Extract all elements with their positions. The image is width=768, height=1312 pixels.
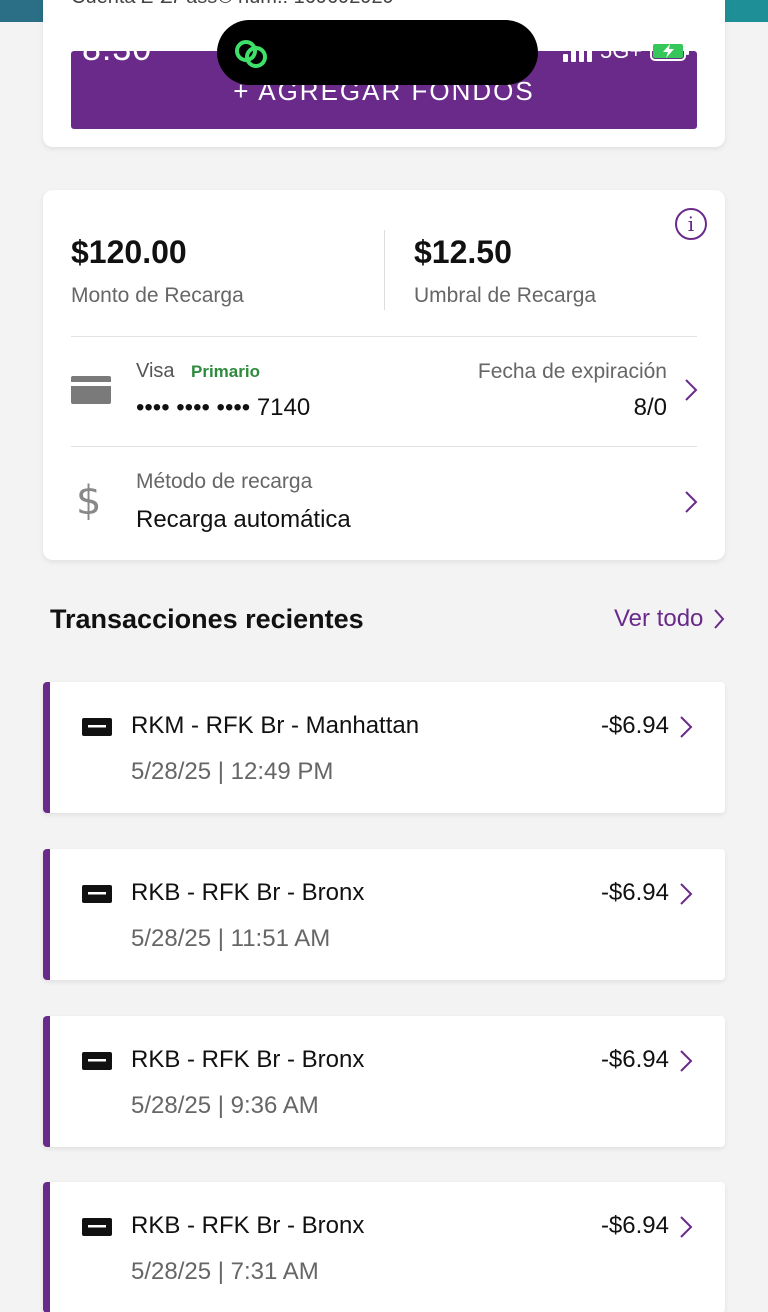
primary-badge: Primario: [191, 362, 260, 381]
account-prefix: Cuenta: [71, 0, 141, 8]
credit-card-icon: [71, 376, 111, 404]
transaction-name: RKB - RFK Br - Bronx: [131, 1212, 365, 1239]
recharge-amount-label: Monto de Recarga: [71, 284, 244, 307]
dollar-icon: $: [76, 478, 102, 524]
transaction-date: 5/28/25 | 9:36 AM: [131, 1092, 319, 1119]
recharge-card: i $120.00 Monto de Recarga $12.50 Umbral…: [43, 190, 725, 560]
transaction-row[interactable]: RKB - RFK Br - Bronx 5/28/25 | 11:51 AM …: [43, 849, 725, 980]
transaction-amount: -$6.94: [600, 1046, 669, 1073]
chevron-right-icon: [680, 716, 693, 738]
transaction-row[interactable]: RKB - RFK Br - Bronx 5/28/25 | 7:31 AM -…: [43, 1182, 725, 1312]
section-title: Transacciones recientes: [50, 604, 364, 634]
transaction-amount: -$6.94: [600, 712, 669, 739]
account-number: núm.: 169692929: [232, 0, 394, 8]
method-label: Método de recarga: [136, 470, 313, 493]
method-value: Recarga automática: [136, 506, 351, 533]
transaction-row[interactable]: RKB - RFK Br - Bronx 5/28/25 | 9:36 AM -…: [43, 1016, 725, 1147]
status-indicators: 5G+: [563, 38, 690, 64]
status-time: 8:30: [82, 30, 153, 68]
recharge-threshold: $12.50: [414, 234, 512, 270]
transaction-amount: -$6.94: [600, 1212, 669, 1239]
toll-ticket-icon: [82, 1218, 112, 1236]
transaction-date: 5/28/25 | 7:31 AM: [131, 1258, 319, 1285]
battery-charging-icon: [650, 41, 690, 61]
header-edge-left: [0, 0, 44, 22]
toll-ticket-icon: [82, 1052, 112, 1070]
account-brand: E-ZPass®: [141, 0, 232, 8]
transaction-name: RKB - RFK Br - Bronx: [131, 879, 365, 906]
account-screen: Cuenta E-ZPass® núm.: 169692929 + AGREGA…: [0, 0, 768, 1312]
chevron-right-icon[interactable]: [684, 490, 698, 514]
recharge-amount: $120.00: [71, 234, 187, 270]
link-icon: [235, 40, 267, 68]
chevron-right-icon: [680, 883, 693, 905]
divider: [71, 336, 697, 337]
network-type: 5G+: [600, 38, 643, 63]
expiry-value: 8/0: [633, 394, 667, 421]
card-brand: Visa: [136, 360, 175, 382]
chevron-right-icon: [680, 1216, 693, 1238]
transaction-amount: -$6.94: [600, 879, 669, 906]
divider: [71, 446, 697, 447]
chevron-right-icon: [714, 609, 725, 629]
expiry-label: Fecha de expiración: [477, 360, 667, 383]
info-icon[interactable]: i: [675, 208, 707, 240]
see-all-label: Ver todo: [614, 605, 704, 632]
transaction-name: RKM - RFK Br - Manhattan: [131, 712, 420, 739]
toll-ticket-icon: [82, 885, 112, 903]
card-number: •••• •••• •••• 7140: [136, 394, 311, 421]
transaction-name: RKB - RFK Br - Bronx: [131, 1046, 365, 1073]
signal-icon: [563, 40, 592, 62]
transaction-row[interactable]: RKM - RFK Br - Manhattan 5/28/25 | 12:49…: [43, 682, 725, 813]
chevron-right-icon: [680, 1050, 693, 1072]
chevron-right-icon[interactable]: [684, 378, 698, 402]
account-number-line: Cuenta E-ZPass® núm.: 169692929: [71, 0, 394, 9]
recharge-threshold-label: Umbral de Recarga: [414, 284, 597, 307]
toll-ticket-icon: [82, 718, 112, 736]
transaction-date: 5/28/25 | 11:51 AM: [131, 925, 331, 952]
dynamic-island: [217, 20, 538, 85]
see-all-link[interactable]: Ver todo: [614, 605, 725, 633]
header-edge-right: [724, 0, 768, 22]
transaction-date: 5/28/25 | 12:49 PM: [131, 758, 334, 785]
vertical-divider: [384, 230, 385, 310]
